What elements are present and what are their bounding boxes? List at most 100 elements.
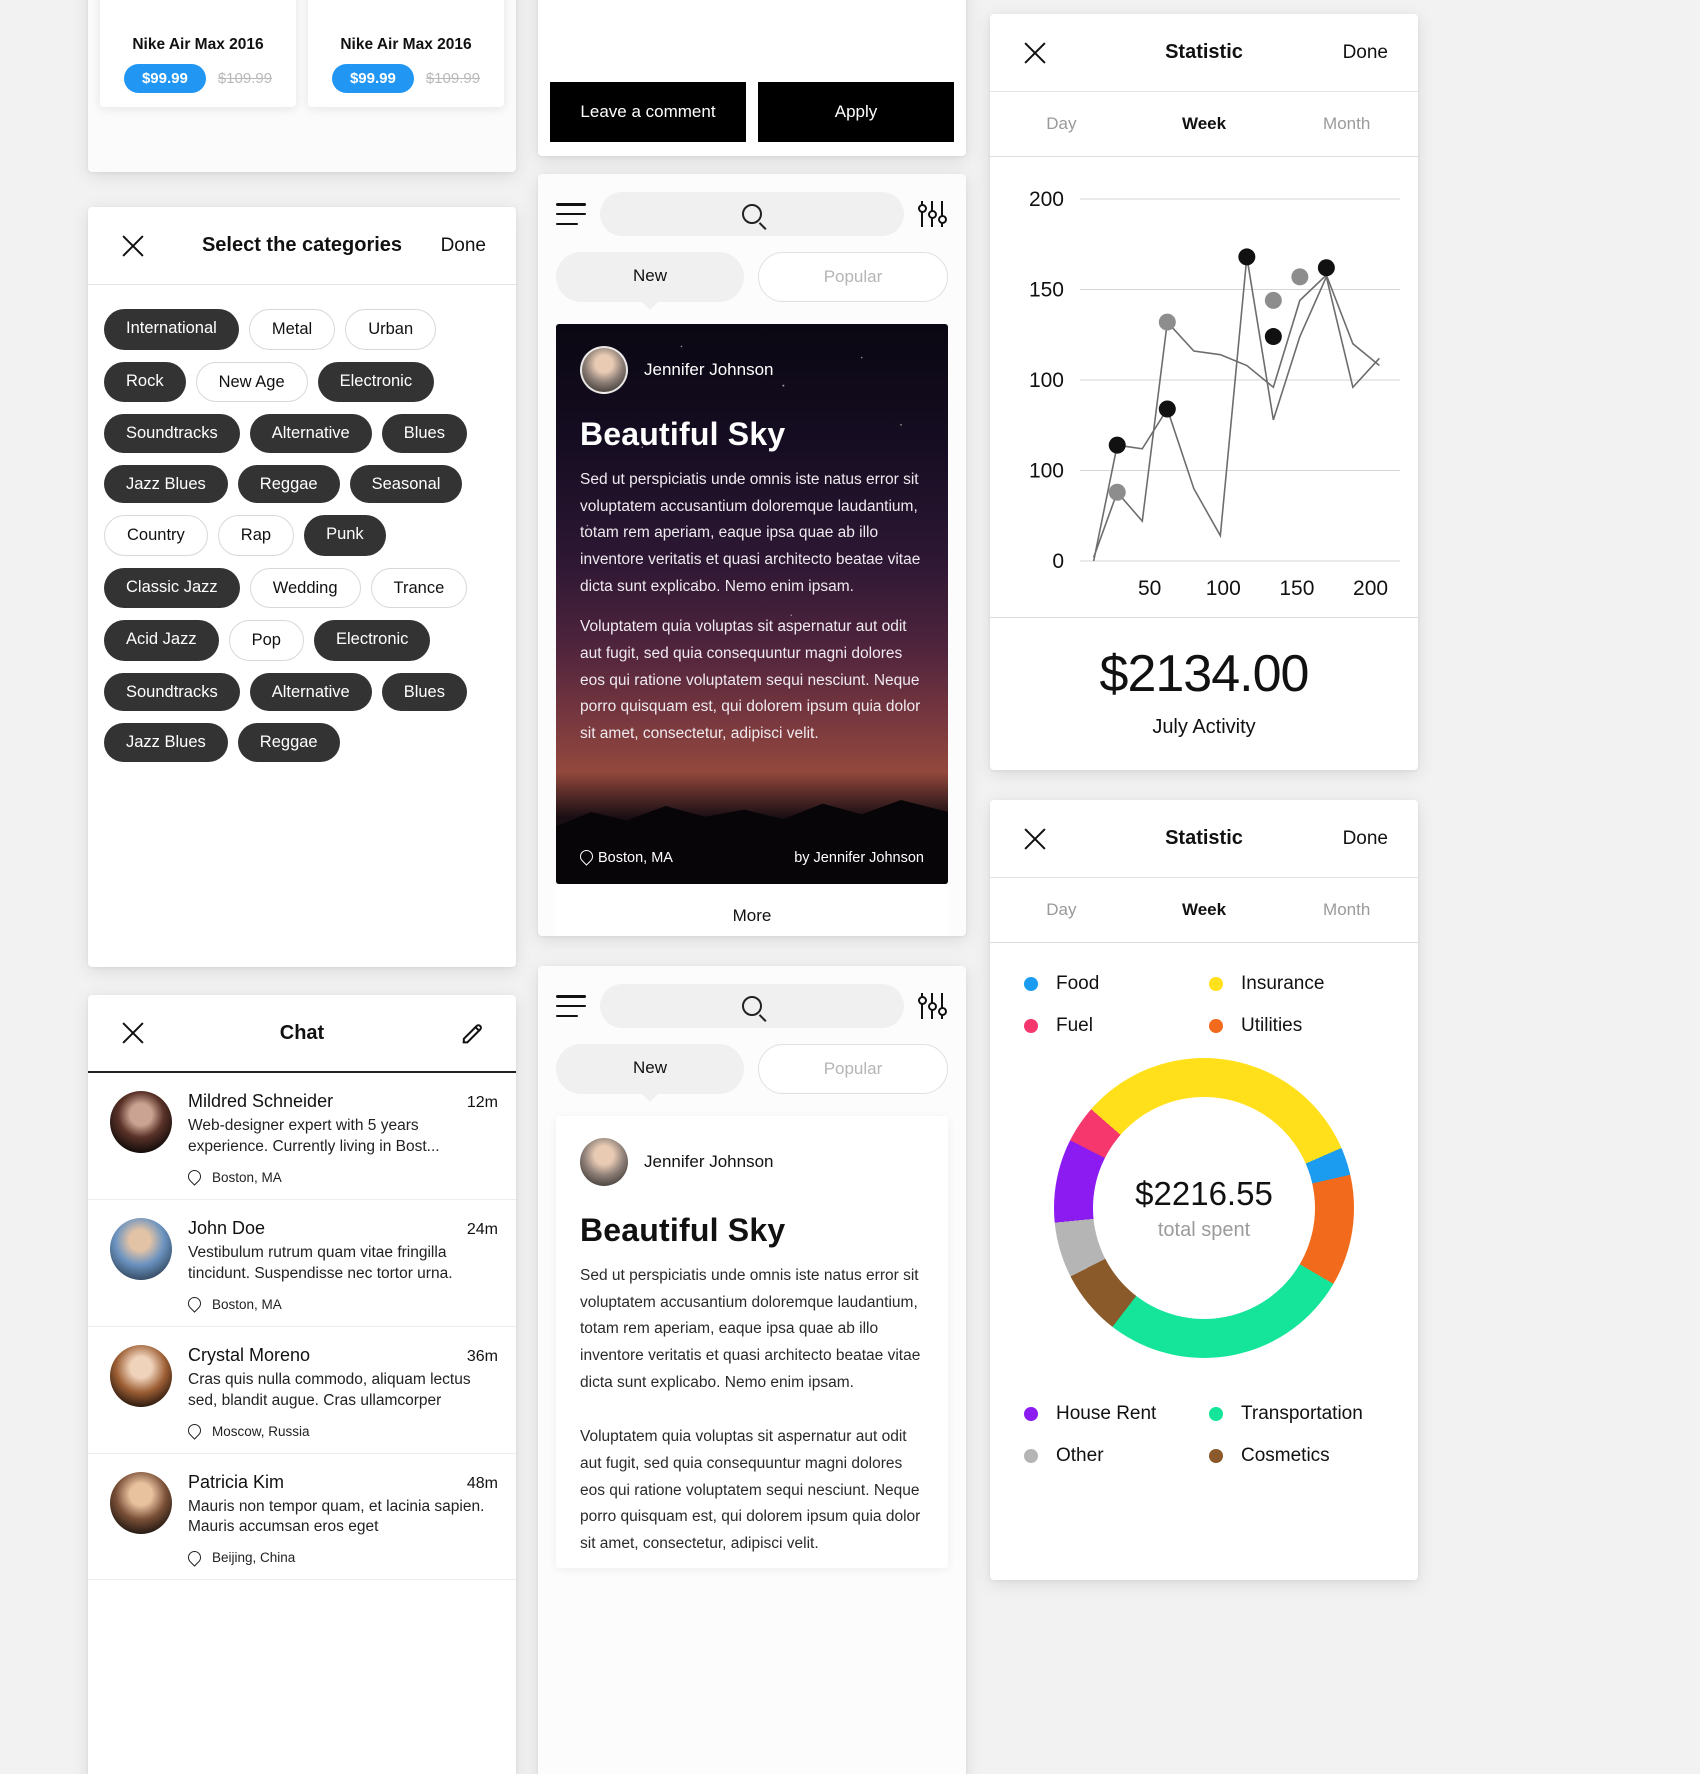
price-current: $99.99 (331, 64, 414, 93)
legend-color-dot (1024, 1019, 1038, 1033)
search-input[interactable] (600, 984, 904, 1028)
x-axis-tick: 200 (1353, 577, 1388, 600)
search-input[interactable] (600, 192, 904, 236)
legend-label: House Rent (1056, 1403, 1157, 1424)
chat-location: Moscow, Russia (188, 1424, 498, 1439)
total-summary: $2134.00 July Activity (990, 617, 1418, 769)
legend-color-dot (1024, 977, 1038, 991)
chat-contact-name: Patricia Kim (188, 1471, 285, 1492)
location-pin-icon (580, 850, 591, 864)
chat-list-item[interactable]: Patricia Kim 48m Mauris non tempor quam, e… (88, 1453, 516, 1581)
feed-card-dark: New Popular Jennifer Johnson Beautiful S… (538, 174, 966, 936)
category-tag[interactable]: New Age (195, 361, 308, 402)
category-tag[interactable]: Alternative (249, 672, 372, 711)
product-name: Nike Air Max 2016 (132, 36, 264, 53)
donut-chart: $2216.55 total spent (990, 1043, 1418, 1373)
post-card[interactable]: Jennifer Johnson Beautiful Sky Sed ut pe… (556, 1116, 948, 1568)
category-tag[interactable]: Trance (370, 567, 468, 608)
category-tag[interactable]: Blues (381, 414, 467, 453)
chat-location: Beijing, China (188, 1550, 498, 1565)
category-tag[interactable]: International (104, 309, 239, 350)
range-week[interactable]: Week (1133, 878, 1276, 942)
chat-timestamp: 12m (466, 1094, 498, 1111)
done-button[interactable]: Done (1343, 828, 1388, 850)
filter-icon[interactable] (917, 201, 948, 227)
range-month[interactable]: Month (1275, 878, 1418, 942)
chat-item-body: Mildred Schneider 12m Web-designer expert … (188, 1091, 498, 1185)
compose-pencil-icon[interactable] (458, 1019, 486, 1047)
legend-color-dot (1209, 1449, 1223, 1463)
post-author-row: Jennifer Johnson (580, 1138, 924, 1186)
filter-icon[interactable] (917, 993, 948, 1019)
leave-comment-button[interactable]: Leave a comment (550, 82, 746, 142)
category-tag[interactable]: Reggae (237, 464, 340, 503)
location-pin-icon (188, 1551, 199, 1565)
category-tag[interactable]: Wedding (249, 567, 361, 608)
post-author-name: Jennifer Johnson (644, 1152, 774, 1171)
category-tag[interactable]: Urban (345, 309, 437, 350)
category-tag[interactable]: Rock (104, 361, 186, 402)
range-day[interactable]: Day (990, 92, 1133, 156)
y-axis-tick: 100 (1029, 369, 1064, 392)
close-icon[interactable] (118, 231, 148, 261)
category-tag[interactable]: Jazz Blues (104, 723, 228, 762)
category-tag[interactable]: Country (104, 515, 208, 556)
chat-item-top: Mildred Schneider 12m (188, 1091, 498, 1112)
category-tag[interactable]: Electronic (313, 620, 431, 661)
post-card[interactable]: Jennifer Johnson Beautiful Sky Sed ut pe… (556, 324, 948, 884)
more-button[interactable]: More (556, 884, 948, 936)
category-tag[interactable]: Soundtracks (104, 672, 240, 711)
action-buttons-card: Leave a comment Apply (538, 0, 966, 156)
tab-new[interactable]: New (556, 252, 744, 302)
category-tag[interactable]: Acid Jazz (104, 620, 219, 661)
menu-icon[interactable] (556, 203, 586, 225)
done-button[interactable]: Done (441, 235, 486, 257)
location-pin-icon (188, 1170, 199, 1184)
range-month[interactable]: Month (1275, 92, 1418, 156)
post-title: Beautiful Sky (580, 1212, 786, 1248)
category-tag[interactable]: Reggae (237, 723, 340, 762)
category-tag[interactable]: Metal (248, 309, 336, 350)
product-card[interactable]: Nike Air Max 2016 $99.99 $109.99 (308, 0, 504, 107)
menu-icon[interactable] (556, 995, 586, 1017)
product-card[interactable]: Nike Air Max 2016 $99.99 $109.99 (100, 0, 296, 107)
feed-tabs: New Popular (538, 236, 966, 302)
range-selector: Day Week Month (990, 92, 1418, 157)
category-tag[interactable]: Soundtracks (104, 414, 240, 453)
total-caption: July Activity (1152, 716, 1256, 738)
chat-item-body: John Doe 24m Vestibulum rutrum quam vitae … (188, 1218, 498, 1312)
category-tag[interactable]: Pop (228, 620, 304, 661)
category-tag[interactable]: Blues (381, 672, 467, 711)
legend-item: Other (1024, 1445, 1199, 1467)
chat-list-item[interactable]: Mildred Schneider 12m Web-designer expert … (88, 1073, 516, 1200)
chat-sheet: Chat Mildred Schneider 12m Web-designer ex… (88, 995, 516, 1774)
legend-item: Transportation (1209, 1403, 1384, 1425)
legend-label: Cosmetics (1241, 1445, 1330, 1466)
tab-popular[interactable]: Popular (758, 1044, 948, 1094)
category-tag[interactable]: Punk (304, 515, 386, 556)
close-icon[interactable] (118, 1018, 148, 1048)
tab-popular[interactable]: Popular (758, 252, 948, 302)
data-point (1158, 313, 1176, 331)
apply-button[interactable]: Apply (758, 82, 954, 142)
chat-list-item[interactable]: Crystal Moreno 36m Cras quis nulla commodo… (88, 1326, 516, 1454)
statistic-donut-card: Statistic Done Day Week Month Food Insura… (990, 800, 1418, 1580)
chat-list-item[interactable]: John Doe 24m Vestibulum rutrum quam vitae … (88, 1199, 516, 1327)
chat-contact-name: Mildred Schneider (188, 1091, 334, 1111)
legend-color-dot (1024, 1449, 1038, 1463)
tab-new[interactable]: New (556, 1044, 744, 1094)
range-week[interactable]: Week (1133, 92, 1276, 156)
legend-item: Cosmetics (1209, 1445, 1384, 1467)
category-tag-list: International Metal Urban Rock New Age Electr… (88, 285, 516, 782)
chat-timestamp: 36m (466, 1347, 498, 1365)
category-tag[interactable]: Classic Jazz (104, 567, 240, 608)
range-day[interactable]: Day (990, 878, 1133, 942)
close-icon[interactable] (1020, 824, 1050, 854)
category-tag[interactable]: Jazz Blues (104, 464, 228, 503)
category-tag[interactable]: Alternative (249, 414, 372, 453)
done-button[interactable]: Done (1343, 42, 1388, 64)
category-tag[interactable]: Rap (217, 515, 295, 556)
close-icon[interactable] (1020, 38, 1050, 68)
category-tag[interactable]: Seasonal (349, 464, 463, 503)
category-tag[interactable]: Electronic (317, 361, 435, 402)
